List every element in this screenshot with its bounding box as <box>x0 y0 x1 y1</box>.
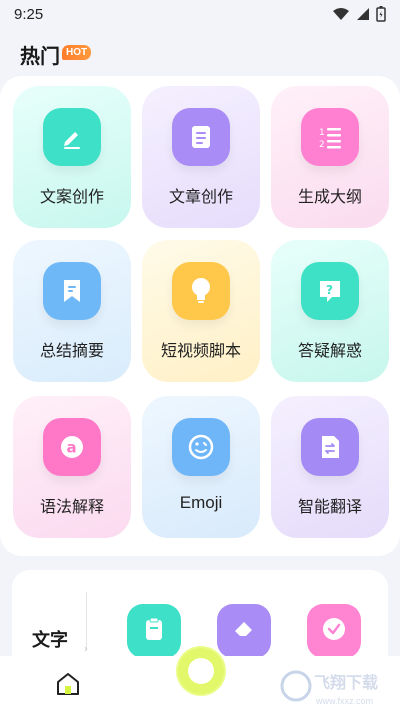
card-icon-tile <box>43 108 101 166</box>
card-icon-tile <box>172 108 230 166</box>
card-label: 总结摘要 <box>39 341 104 360</box>
edit-pen-icon <box>64 132 80 149</box>
card-label: 答疑解惑 <box>297 341 362 360</box>
lightbulb-icon <box>192 278 210 303</box>
card-summary[interactable]: 总结摘要 <box>13 240 131 382</box>
status-bar: 9:25 <box>0 0 400 28</box>
watermark-logo: 飞翔下载 www.fxxz.com <box>280 670 378 706</box>
card-label: Emoji <box>179 493 223 512</box>
card-icon-tile: 12 <box>301 108 359 166</box>
card-icon-tile <box>301 418 359 476</box>
section-title: 热门 HOT <box>20 40 92 69</box>
smiley-icon <box>188 434 214 460</box>
question-bubble-icon: ? <box>320 281 340 302</box>
text-tools-label[interactable]: 文字 <box>32 626 68 652</box>
card-label: 短视频脚本 <box>160 341 241 360</box>
card-qa[interactable]: ? 答疑解惑 <box>271 240 389 382</box>
svg-text:?: ? <box>326 283 333 297</box>
svg-text:a: a <box>67 439 77 457</box>
svg-text:1: 1 <box>319 128 325 138</box>
card-article[interactable]: 文章创作 <box>142 86 260 228</box>
check-circle-icon <box>323 618 345 640</box>
eraser-icon <box>235 622 252 636</box>
home-icon[interactable] <box>54 670 82 698</box>
card-icon-tile <box>172 262 230 320</box>
clipboard-icon <box>146 617 162 640</box>
chevron-right-icon: › <box>84 644 88 655</box>
check-tool-button[interactable] <box>307 604 361 658</box>
svg-text:飞翔下载: 飞翔下载 <box>314 673 378 692</box>
card-icon-tile <box>43 262 101 320</box>
signal-icon <box>357 8 369 20</box>
translate-doc-icon <box>322 436 339 458</box>
status-icons <box>332 6 386 22</box>
card-outline[interactable]: 12 生成大纲 <box>271 86 389 228</box>
wifi-icon <box>333 8 349 20</box>
card-copywriting[interactable]: 文案创作 <box>13 86 131 228</box>
battery-icon <box>376 6 386 22</box>
card-icon-tile <box>172 418 230 476</box>
card-label: 文案创作 <box>39 187 104 206</box>
card-label: 智能翻译 <box>297 497 362 516</box>
card-label: 语法解释 <box>39 497 104 516</box>
center-action-button[interactable] <box>178 648 224 694</box>
hot-badge: HOT <box>62 45 92 60</box>
card-label: 文章创作 <box>168 187 233 206</box>
card-grammar[interactable]: a 语法解释 <box>13 396 131 538</box>
divider <box>86 592 87 648</box>
card-video-script[interactable]: 短视频脚本 <box>142 240 260 382</box>
card-emoji[interactable]: Emoji <box>142 396 260 538</box>
letter-a-icon: a <box>61 436 83 458</box>
eraser-tool-button[interactable] <box>217 604 271 658</box>
card-label: 生成大纲 <box>297 187 362 206</box>
card-icon-tile: ? <box>301 262 359 320</box>
svg-text:www.fxxz.com: www.fxxz.com <box>315 696 373 706</box>
card-icon-tile: a <box>43 418 101 476</box>
status-time: 9:25 <box>14 5 44 23</box>
card-translate[interactable]: 智能翻译 <box>271 396 389 538</box>
center-action-inner <box>188 658 214 684</box>
bookmark-icon <box>64 280 80 302</box>
clipboard-tool-button[interactable] <box>127 604 181 658</box>
document-icon <box>192 126 210 148</box>
numbered-list-icon: 12 <box>319 128 341 150</box>
svg-text:2: 2 <box>319 140 325 150</box>
section-title-label: 热门 <box>20 44 60 68</box>
